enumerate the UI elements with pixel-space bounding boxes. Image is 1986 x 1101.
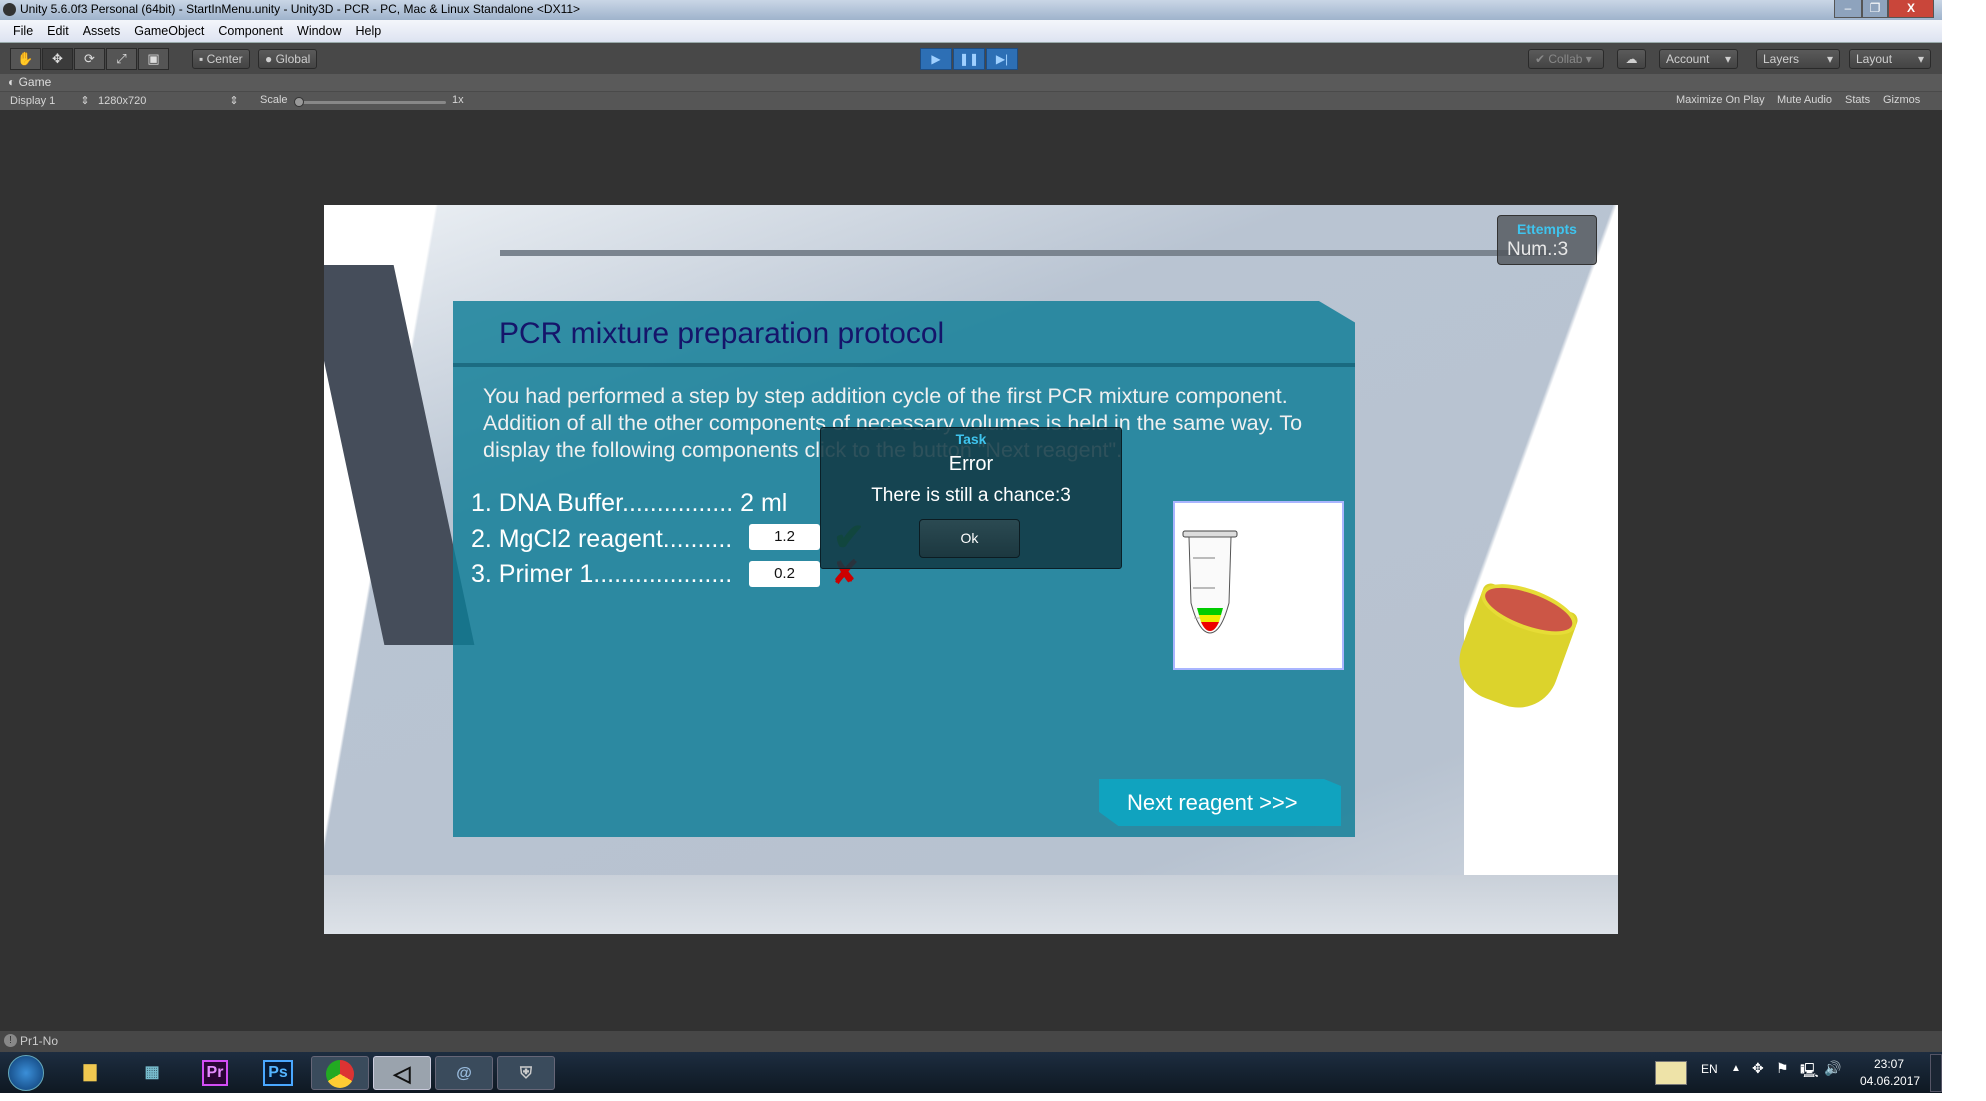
scene-table-edge <box>500 250 1550 256</box>
reagent-row-3: 3. Primer 1.................... <box>471 560 733 588</box>
title-divider <box>453 363 1355 367</box>
attempts-title: Ettempts <box>1517 221 1577 237</box>
show-desktop-button[interactable] <box>1930 1054 1942 1092</box>
clock-time[interactable]: 23:07 <box>1874 1057 1904 1071</box>
show-hidden-icons[interactable]: ▲ <box>1731 1063 1741 1074</box>
window-title: Unity 5.6.0f3 Personal (64bit) - StartIn… <box>20 2 581 16</box>
error-dialog: Task Error There is still a chance:3 Ok <box>820 427 1122 569</box>
rect-tool-icon[interactable]: ▣ <box>138 48 169 70</box>
menu-bar: File Edit Assets GameObject Component Wi… <box>0 20 1942 42</box>
unity-logo-icon <box>3 3 16 16</box>
scene-window <box>1464 205 1618 934</box>
layers-label: Layers <box>1763 52 1800 66</box>
menu-window[interactable]: Window <box>290 24 348 38</box>
resolution-label: 1280x720 <box>98 95 147 107</box>
menu-assets[interactable]: Assets <box>76 24 128 38</box>
scale-tool-icon[interactable]: ⤢ <box>106 48 137 70</box>
layout-dropdown[interactable]: Layout ▾ <box>1849 49 1931 69</box>
resolution-dropdown[interactable]: 1280x720 ⇕ <box>98 94 239 107</box>
scale-value: 1x <box>452 94 464 106</box>
cloud-icon[interactable]: ☁ <box>1617 49 1646 69</box>
account-label: Account <box>1666 52 1710 66</box>
layout-label: Layout <box>1856 52 1893 66</box>
protocol-panel: PCR mixture preparation protocol You had… <box>453 301 1355 837</box>
rotate-tool-icon[interactable]: ⟳ <box>74 48 105 70</box>
stats-toggle[interactable]: Stats <box>1845 94 1870 106</box>
main-toolbar: ✋ ✥ ⟳ ⤢ ▣ ▪ Center ● Global ▶ ❚❚ ▶| ✔ Co… <box>0 42 1942 74</box>
explorer-icon[interactable]: ▇ <box>65 1056 115 1090</box>
microcentrifuge-tube-icon <box>1182 530 1238 634</box>
maximize-on-play-toggle[interactable]: Maximize On Play <box>1676 94 1765 106</box>
dialog-title: Error <box>948 453 994 475</box>
pivot-label: Center <box>206 52 243 66</box>
premiere-icon[interactable]: Pr <box>201 1060 229 1086</box>
game-view-toolbar: Display 1 ⇕ 1280x720 ⇕ Scale 1x Maximize… <box>0 91 1942 110</box>
network-icon[interactable]: 🖳 <box>1800 1060 1819 1084</box>
language-indicator[interactable]: EN <box>1701 1062 1718 1076</box>
move-tool-icon[interactable]: ✥ <box>42 48 73 70</box>
reagent-row-1: 1. DNA Buffer................ 2 ml <box>471 489 788 517</box>
panel-title: PCR mixture preparation protocol <box>499 317 945 350</box>
world-of-tanks-icon[interactable]: ⛨ <box>497 1056 555 1090</box>
gizmos-dropdown[interactable]: Gizmos <box>1883 94 1920 106</box>
game-tab-label: Game <box>18 75 52 89</box>
display-dropdown[interactable]: Display 1 ⇕ <box>10 94 90 107</box>
hand-tool-icon[interactable]: ✋ <box>10 48 41 70</box>
play-button[interactable]: ▶ <box>920 48 952 70</box>
clock-date[interactable]: 04.06.2017 <box>1860 1074 1920 1088</box>
step-button[interactable]: ▶| <box>986 48 1018 70</box>
dialog-message: There is still a chance:3 <box>871 485 1071 506</box>
account-dropdown[interactable]: Account ▾ <box>1659 49 1738 69</box>
scene-floor <box>324 875 1618 934</box>
menu-help[interactable]: Help <box>348 24 388 38</box>
next-reagent-button[interactable]: Next reagent >>> <box>1099 779 1341 826</box>
calculator-icon[interactable]: ▦ <box>127 1056 177 1090</box>
info-icon: ! <box>4 1034 17 1047</box>
scale-slider[interactable] <box>294 97 446 107</box>
menu-component[interactable]: Component <box>211 24 290 38</box>
display-label: Display 1 <box>10 95 56 107</box>
unity-window: Unity 5.6.0f3 Personal (64bit) - StartIn… <box>0 0 1942 1093</box>
pen-input-icon[interactable] <box>1655 1061 1687 1085</box>
collab-button[interactable]: ✔ Collab ▾ <box>1528 49 1604 69</box>
menu-file[interactable]: File <box>6 24 40 38</box>
chrome-icon[interactable] <box>311 1056 369 1090</box>
status-text[interactable]: Pr1-No <box>20 1034 58 1048</box>
dropbox-icon[interactable]: ✥ <box>1752 1060 1764 1077</box>
minimize-button[interactable]: – <box>1834 0 1862 18</box>
volume-icon[interactable]: 🔊 <box>1824 1060 1841 1077</box>
ok-button[interactable]: Ok <box>919 519 1020 558</box>
pivot-global-button[interactable]: ● Global <box>258 49 318 69</box>
dialog-header: Task <box>955 431 987 447</box>
primer1-volume-input[interactable]: 0.2 <box>749 561 820 587</box>
unity-taskbar-icon[interactable]: ◁ <box>373 1056 431 1090</box>
mgcl2-volume-input[interactable]: 1.2 <box>749 524 820 550</box>
mute-audio-toggle[interactable]: Mute Audio <box>1777 94 1832 106</box>
restore-button[interactable]: ❐ <box>1862 0 1888 18</box>
pause-button[interactable]: ❚❚ <box>953 48 985 70</box>
status-bar: ! Pr1-No <box>0 1031 1942 1052</box>
title-bar: Unity 5.6.0f3 Personal (64bit) - StartIn… <box>0 0 1942 20</box>
scale-label: Scale <box>260 94 288 106</box>
menu-edit[interactable]: Edit <box>40 24 76 38</box>
windows-taskbar: ▇ ▦ Pr Ps ◁ @ ⛨ EN ▲ ✥ ⚑ 🖳 🔊 23:07 04.06… <box>0 1052 1942 1093</box>
space-label: Global <box>275 52 311 66</box>
photoshop-icon[interactable]: Ps <box>263 1060 293 1086</box>
attempts-box: Ettempts Num.:3 <box>1497 215 1597 265</box>
menu-gameobject[interactable]: GameObject <box>127 24 211 38</box>
start-button[interactable] <box>8 1055 44 1091</box>
collab-label: Collab <box>1548 52 1583 66</box>
game-tab[interactable]: ◐ Game <box>0 74 1942 91</box>
reagent-row-2: 2. MgCl2 reagent.......... <box>471 525 733 553</box>
flag-icon[interactable]: ⚑ <box>1776 1060 1789 1077</box>
app-spiral-icon[interactable]: @ <box>435 1056 493 1090</box>
pivot-center-button[interactable]: ▪ Center <box>192 49 250 69</box>
layers-dropdown[interactable]: Layers ▾ <box>1756 49 1840 69</box>
close-button[interactable]: X <box>1888 0 1934 18</box>
attempts-value: Num.:3 <box>1507 239 1569 260</box>
tube-image <box>1173 501 1344 670</box>
scale-slider-handle[interactable] <box>294 97 304 107</box>
